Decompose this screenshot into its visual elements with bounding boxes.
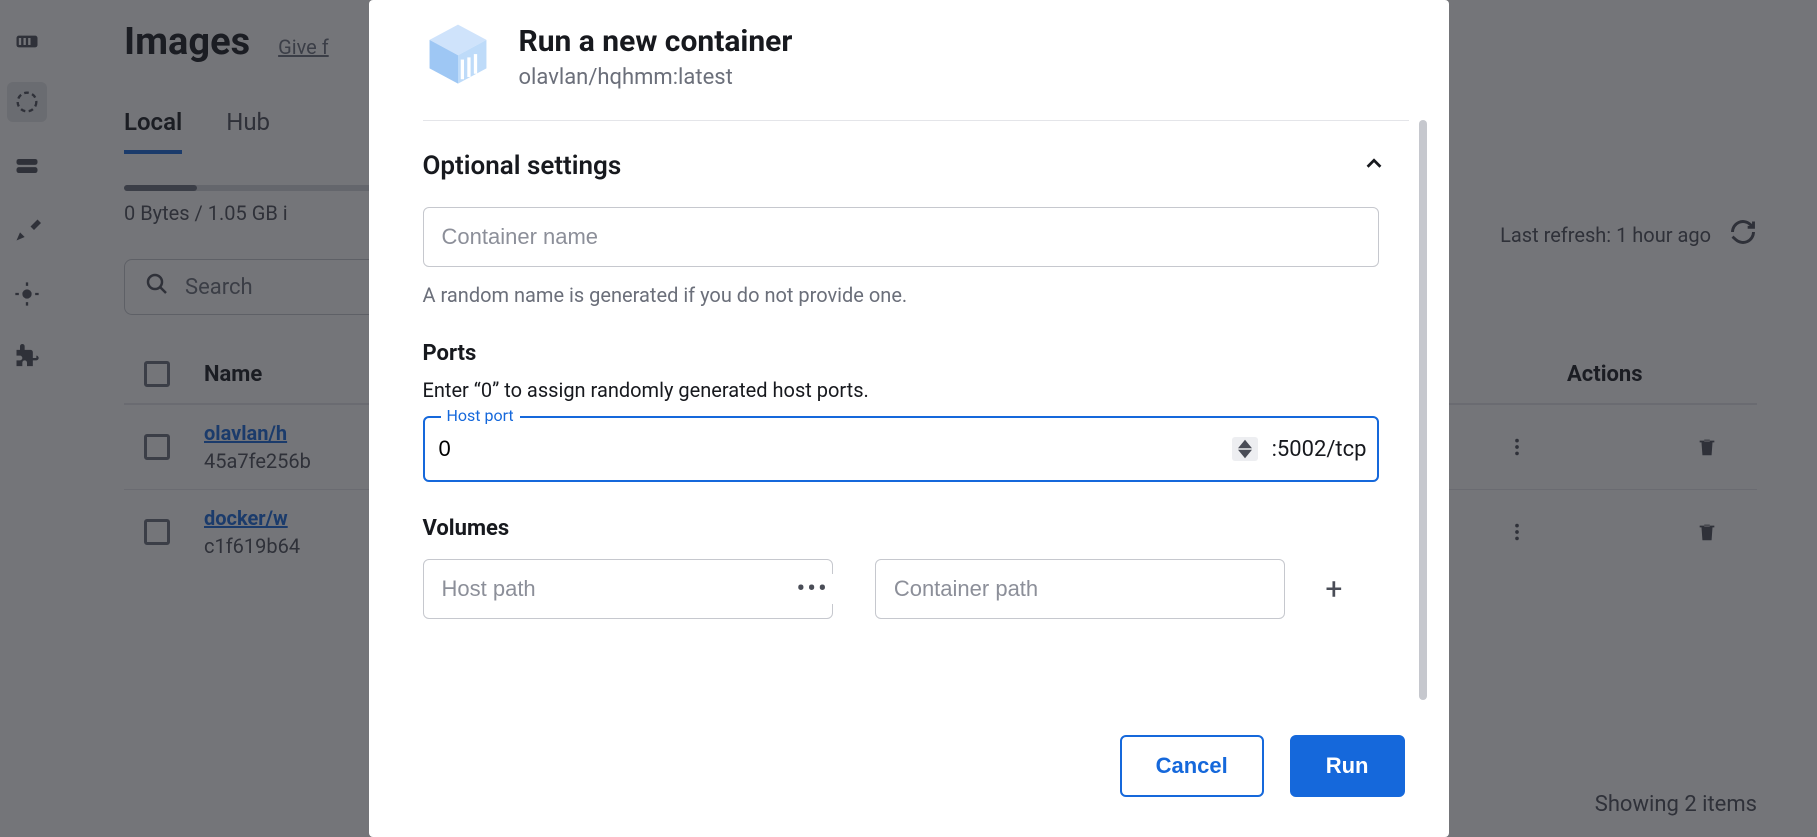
dialog-title: Run a new container: [519, 24, 793, 59]
browse-path-icon[interactable]: •••: [791, 574, 835, 604]
ports-heading: Ports: [423, 341, 1409, 366]
run-container-dialog: Run a new container olavlan/hqhmm:latest…: [369, 0, 1449, 837]
container-name-input[interactable]: [423, 207, 1379, 267]
chevron-up-icon[interactable]: [1363, 153, 1385, 179]
dialog-image-name: olavlan/hqhmm:latest: [519, 65, 793, 90]
container-port-label: :5002/tcp: [1266, 437, 1377, 462]
cancel-button[interactable]: Cancel: [1120, 735, 1264, 797]
optional-settings-header[interactable]: Optional settings: [423, 151, 622, 181]
volumes-heading: Volumes: [423, 516, 1409, 541]
container-name-hint: A random name is generated if you do not…: [423, 283, 1409, 307]
modal-overlay: Run a new container olavlan/hqhmm:latest…: [0, 0, 1817, 837]
host-port-field: Host port :5002/tcp: [423, 416, 1379, 482]
add-volume-icon[interactable]: +: [1315, 570, 1353, 608]
host-port-input[interactable]: [425, 418, 1232, 480]
host-port-label: Host port: [441, 406, 520, 425]
container-path-input[interactable]: [875, 559, 1285, 619]
container-cube-icon: [423, 18, 493, 88]
ports-hint: Enter “0” to assign randomly generated h…: [423, 378, 1409, 402]
host-path-input[interactable]: [423, 559, 833, 619]
run-button[interactable]: Run: [1290, 735, 1405, 797]
port-stepper[interactable]: [1232, 437, 1258, 461]
